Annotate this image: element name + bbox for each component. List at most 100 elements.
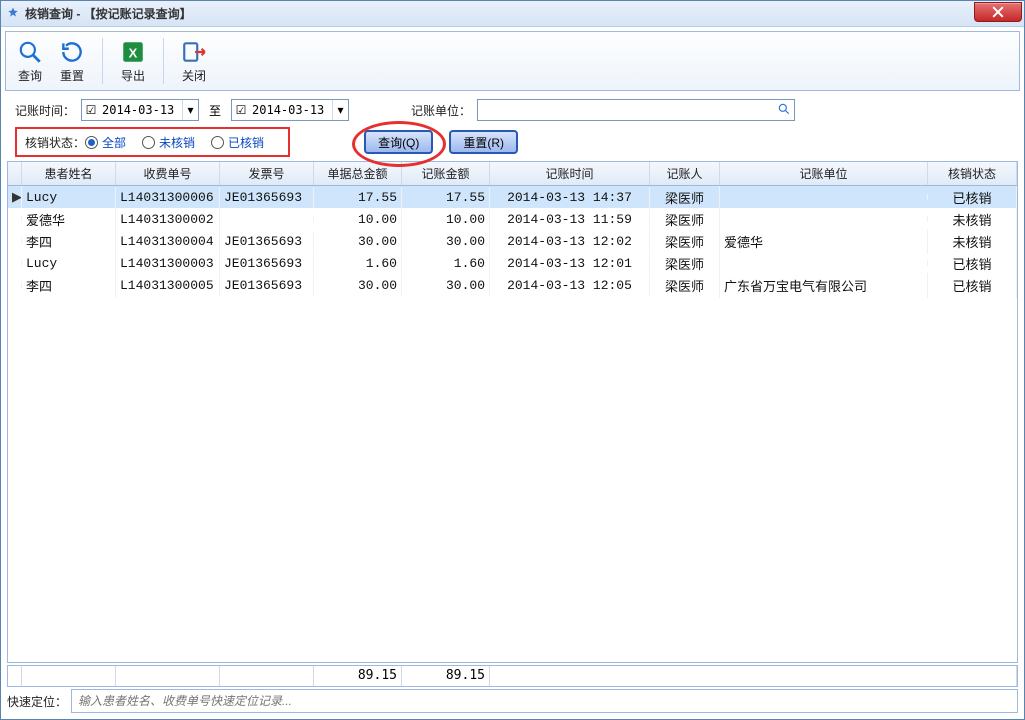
- row-indicator: ▶: [8, 186, 22, 208]
- cell-book: 17.55: [402, 187, 490, 208]
- header-bill[interactable]: 收费单号: [116, 162, 220, 185]
- toolbar-separator: [163, 38, 164, 84]
- toolbar-separator: [102, 38, 103, 84]
- query-emphasis: 查询(Q): [364, 130, 443, 154]
- cell-time: 2014-03-13 12:02: [490, 231, 650, 252]
- window-close-button[interactable]: [974, 2, 1022, 22]
- search-icon: [17, 39, 43, 65]
- table-row[interactable]: 李四L14031300005JE0136569330.0030.002014-0…: [8, 274, 1017, 296]
- main-toolbar: 查询 重置 X 导出 关闭: [5, 31, 1020, 91]
- toolbar-export-label: 导出: [121, 67, 145, 84]
- cell-unit: [720, 260, 928, 266]
- radio-all-label: 全部: [102, 134, 126, 151]
- toolbar-query-label: 查询: [18, 67, 42, 84]
- dropdown-icon[interactable]: ▾: [332, 100, 348, 120]
- unit-label: 记账单位：: [411, 102, 471, 119]
- header-name[interactable]: 患者姓名: [22, 162, 116, 185]
- cell-unit: [720, 194, 928, 200]
- quick-locate-input[interactable]: [72, 694, 1017, 708]
- filter-row-1: 记账时间： ☑ 2014-03-13 ▾ 至 ☑ 2014-03-13 ▾ 记账…: [15, 99, 1014, 121]
- cell-name: Lucy: [22, 253, 116, 274]
- header-unit[interactable]: 记账单位: [720, 162, 928, 185]
- table-row[interactable]: 爱德华L1403130000210.0010.002014-03-13 11:5…: [8, 208, 1017, 230]
- header-invoice[interactable]: 发票号: [220, 162, 314, 185]
- dropdown-icon[interactable]: ▾: [182, 100, 198, 120]
- cell-name: 李四: [22, 273, 116, 298]
- titlebar: 核销查询 - 【按记账记录查询】: [1, 1, 1024, 27]
- checkbox-icon[interactable]: ☑: [232, 103, 250, 117]
- header-book[interactable]: 记账金额: [402, 162, 490, 185]
- cell-bill: L14031300006: [116, 187, 220, 208]
- quick-label: 快速定位：: [7, 693, 67, 710]
- status-highlight-box: 核销状态： 全部 未核销 已核销: [15, 127, 290, 157]
- radio-unverified-label: 未核销: [159, 134, 195, 151]
- filter-panel: 记账时间： ☑ 2014-03-13 ▾ 至 ☑ 2014-03-13 ▾ 记账…: [1, 95, 1024, 161]
- svg-text:X: X: [129, 45, 138, 60]
- cell-invoice: [220, 216, 314, 222]
- cell-person: 梁医师: [650, 273, 720, 298]
- window-root: 核销查询 - 【按记账记录查询】 查询 重置 X 导出 关闭: [0, 0, 1025, 720]
- filter-row-2: 核销状态： 全部 未核销 已核销 查询(Q) 重置(R): [15, 127, 1014, 157]
- cell-time: 2014-03-13 12:05: [490, 275, 650, 296]
- cell-time: 2014-03-13 14:37: [490, 187, 650, 208]
- sum-total: 89.15: [314, 666, 402, 686]
- radio-unverified[interactable]: 未核销: [142, 134, 195, 151]
- cell-total: 10.00: [314, 209, 402, 230]
- cell-book: 10.00: [402, 209, 490, 230]
- date-to-picker[interactable]: ☑ 2014-03-13 ▾: [231, 99, 349, 121]
- cell-invoice: JE01365693: [220, 253, 314, 274]
- status-label: 核销状态：: [25, 134, 85, 151]
- cell-total: 30.00: [314, 275, 402, 296]
- cell-total: 1.60: [314, 253, 402, 274]
- excel-icon: X: [120, 39, 146, 65]
- table-header: 患者姓名 收费单号 发票号 单据总金额 记账金额 记账时间 记账人 记账单位 核…: [8, 162, 1017, 186]
- checkbox-icon[interactable]: ☑: [82, 103, 100, 117]
- result-table: 患者姓名 收费单号 发票号 单据总金额 记账金额 记账时间 记账人 记账单位 核…: [7, 161, 1018, 663]
- cell-invoice: JE01365693: [220, 275, 314, 296]
- table-row[interactable]: 李四L14031300004JE0136569330.0030.002014-0…: [8, 230, 1017, 252]
- cell-bill: L14031300005: [116, 275, 220, 296]
- header-total[interactable]: 单据总金额: [314, 162, 402, 185]
- table-body[interactable]: ▶LucyL14031300006JE0136569317.5517.55201…: [8, 186, 1017, 662]
- cell-invoice: JE01365693: [220, 187, 314, 208]
- row-indicator: [8, 238, 22, 244]
- exit-icon: [181, 39, 207, 65]
- toolbar-export-button[interactable]: X 导出: [115, 37, 151, 86]
- radio-verified-label: 已核销: [228, 134, 264, 151]
- row-indicator: [8, 282, 22, 288]
- toolbar-reset-button[interactable]: 重置: [54, 37, 90, 86]
- table-row[interactable]: LucyL14031300003JE013656931.601.602014-0…: [8, 252, 1017, 274]
- cell-book: 30.00: [402, 231, 490, 252]
- header-indicator: [8, 162, 22, 185]
- cell-bill: L14031300004: [116, 231, 220, 252]
- row-indicator: [8, 216, 22, 222]
- table-summary: 89.15 89.15: [7, 665, 1018, 687]
- search-icon[interactable]: [777, 102, 791, 116]
- cell-unit: [720, 216, 928, 222]
- cell-invoice: JE01365693: [220, 231, 314, 252]
- table-row[interactable]: ▶LucyL14031300006JE0136569317.5517.55201…: [8, 186, 1017, 208]
- time-label: 记账时间：: [15, 102, 75, 119]
- cell-book: 30.00: [402, 275, 490, 296]
- date-from-picker[interactable]: ☑ 2014-03-13 ▾: [81, 99, 199, 121]
- toolbar-close-button[interactable]: 关闭: [176, 37, 212, 86]
- radio-verified[interactable]: 已核销: [211, 134, 264, 151]
- header-time[interactable]: 记账时间: [490, 162, 650, 185]
- cell-name: 李四: [22, 229, 116, 254]
- header-status[interactable]: 核销状态: [928, 162, 1017, 185]
- toolbar-query-button[interactable]: 查询: [12, 37, 48, 86]
- toolbar-close-label: 关闭: [182, 67, 206, 84]
- unit-input-wrap: [477, 99, 795, 121]
- cell-book: 1.60: [402, 253, 490, 274]
- query-button[interactable]: 查询(Q): [364, 130, 433, 154]
- quick-locate-row: 快速定位：: [7, 689, 1018, 713]
- date-from-value: 2014-03-13: [100, 103, 182, 117]
- unit-input[interactable]: [477, 99, 795, 121]
- refresh-icon: [59, 39, 85, 65]
- reset-button[interactable]: 重置(R): [449, 130, 518, 154]
- cell-bill: L14031300002: [116, 209, 220, 230]
- header-person[interactable]: 记账人: [650, 162, 720, 185]
- radio-all[interactable]: 全部: [85, 134, 126, 151]
- row-indicator: [8, 260, 22, 266]
- quick-input-wrap: [71, 689, 1018, 713]
